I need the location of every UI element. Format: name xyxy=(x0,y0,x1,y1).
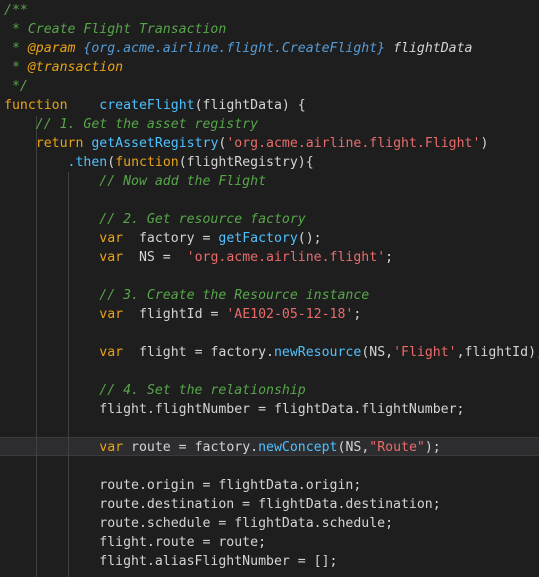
function-call: getFactory xyxy=(218,231,298,246)
code-line-7[interactable]: // 1. Get the asset registry xyxy=(4,115,258,134)
comment: /** xyxy=(4,3,28,18)
method-call: newResource xyxy=(273,345,362,360)
comment: */ xyxy=(4,79,28,94)
code-line-3[interactable]: * @param {org.acme.airline.flight.Create… xyxy=(4,39,473,58)
code-editor[interactable]: /** * Create Flight Transaction * @param… xyxy=(0,0,539,577)
comment: * xyxy=(4,60,28,75)
code-line-10[interactable]: // Now add the Flight xyxy=(4,172,266,191)
string-literal: 'AE102-05-12-18' xyxy=(226,307,354,322)
code-line-26[interactable]: route.origin = flightData.origin; xyxy=(4,476,361,495)
code-line-14[interactable]: var NS = 'org.acme.airline.flight'; xyxy=(4,248,393,267)
code-text: NS = xyxy=(123,250,187,265)
code-text: route.destination = flightData.destinati… xyxy=(4,497,441,512)
code-text: flight.route = route; xyxy=(4,535,267,550)
code-line-4[interactable]: * @transaction xyxy=(4,58,123,77)
code-text: (NS, xyxy=(337,440,370,455)
keyword: function xyxy=(4,98,68,113)
code-line-21[interactable]: // 4. Set the relationship xyxy=(4,381,306,400)
keyword: var xyxy=(99,440,124,455)
code-line-29[interactable]: flight.route = route; xyxy=(4,533,266,552)
code-text: route = factory. xyxy=(123,440,259,455)
string-literal: 'Flight' xyxy=(393,345,457,360)
string-literal: 'org.acme.airline.flight.Flight' xyxy=(226,136,481,151)
code-text: ,flightId); xyxy=(456,345,539,360)
code-text: ; xyxy=(353,307,362,322)
jsdoc-param: flightData xyxy=(393,41,473,56)
code-text: factory = xyxy=(123,231,219,246)
code-text: (NS, xyxy=(361,345,394,360)
code-line-19[interactable]: var flight = factory.newResource(NS,'Fli… xyxy=(4,343,539,362)
code-line-24[interactable]: var route = factory.newConcept(NS,"Route… xyxy=(4,438,441,457)
code-line-30[interactable]: flight.aliasFlightNumber = []; xyxy=(4,552,337,571)
code-line-16[interactable]: // 3. Create the Resource instance xyxy=(4,286,369,305)
code-line-13[interactable]: var factory = getFactory(); xyxy=(4,229,322,248)
jsdoc-tag: @param xyxy=(27,41,76,56)
code-text: flightId = xyxy=(123,307,227,322)
code-line-27[interactable]: route.destination = flightData.destinati… xyxy=(4,495,441,514)
code-line-8[interactable]: return getAssetRegistry('org.acme.airlin… xyxy=(4,134,489,153)
string-literal: "Route" xyxy=(369,440,425,455)
keyword: return xyxy=(35,136,84,151)
code-line-9[interactable]: .then(function(flightRegistry){ xyxy=(4,153,314,172)
code-text: (flightRegistry){ xyxy=(178,155,314,170)
code-text: flight.aliasFlightNumber = []; xyxy=(4,554,338,569)
code-line-12[interactable]: // 2. Get resource factory xyxy=(4,210,306,229)
keyword: var xyxy=(99,307,124,322)
code-text: ); xyxy=(424,440,441,455)
code-text: (flightData) { xyxy=(194,98,306,113)
function-name: createFlight xyxy=(99,98,195,113)
code-line-2[interactable]: * Create Flight Transaction xyxy=(4,20,226,39)
code-text: flight = factory. xyxy=(123,345,274,360)
keyword: var xyxy=(99,250,124,265)
code-text: ) xyxy=(480,136,489,151)
comment: // 3. Create the Resource instance xyxy=(4,288,370,303)
keyword: var xyxy=(99,345,124,360)
method-call: .then xyxy=(67,155,108,170)
code-line-1[interactable]: /** xyxy=(4,1,28,20)
code-line-28[interactable]: route.schedule = flightData.schedule; xyxy=(4,514,393,533)
comment: // 1. Get the asset registry xyxy=(4,117,259,132)
comment: // 2. Get resource factory xyxy=(4,212,306,227)
string-literal: 'org.acme.airline.flight' xyxy=(186,250,386,265)
code-line-17[interactable]: var flightId = 'AE102-05-12-18'; xyxy=(4,305,361,324)
jsdoc-tag: @transaction xyxy=(27,60,124,75)
code-text: (); xyxy=(297,231,322,246)
code-text: ( xyxy=(107,155,116,170)
comment: // Now add the Flight xyxy=(4,174,267,189)
code-text: route.origin = flightData.origin; xyxy=(4,478,362,493)
code-text: ; xyxy=(385,250,394,265)
function-call: getAssetRegistry xyxy=(91,136,219,151)
comment: * Create Flight Transaction xyxy=(4,22,227,37)
jsdoc-type: {org.acme.airline.flight.CreateFlight} xyxy=(75,41,394,56)
comment: // 4. Set the relationship xyxy=(4,383,306,398)
code-line-6[interactable]: function createFlight(flightData) { xyxy=(4,96,306,115)
code-text: flight.flightNumber = flightData.flightN… xyxy=(4,402,465,417)
comment: * xyxy=(4,41,28,56)
method-call: newConcept xyxy=(258,440,338,455)
code-line-5[interactable]: */ xyxy=(4,77,28,96)
keyword: function xyxy=(115,155,179,170)
keyword: var xyxy=(99,231,124,246)
code-line-22[interactable]: flight.flightNumber = flightData.flightN… xyxy=(4,400,465,419)
code-text: route.schedule = flightData.schedule; xyxy=(4,516,394,531)
